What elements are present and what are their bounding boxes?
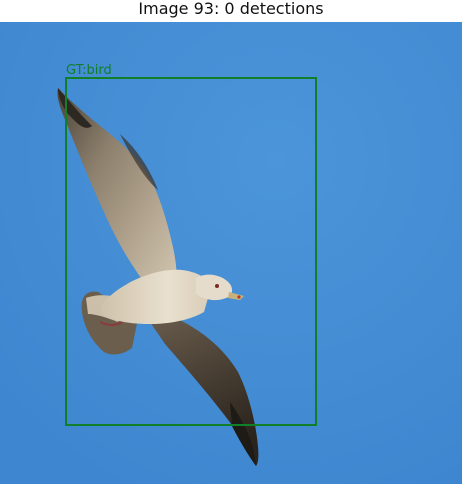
figure-title: Image 93: 0 detections — [138, 0, 324, 18]
ground-truth-label: GT:bird — [66, 63, 112, 78]
ground-truth-box — [65, 77, 317, 426]
detection-figure: Image 93: 0 detections GT:bird — [0, 0, 462, 484]
